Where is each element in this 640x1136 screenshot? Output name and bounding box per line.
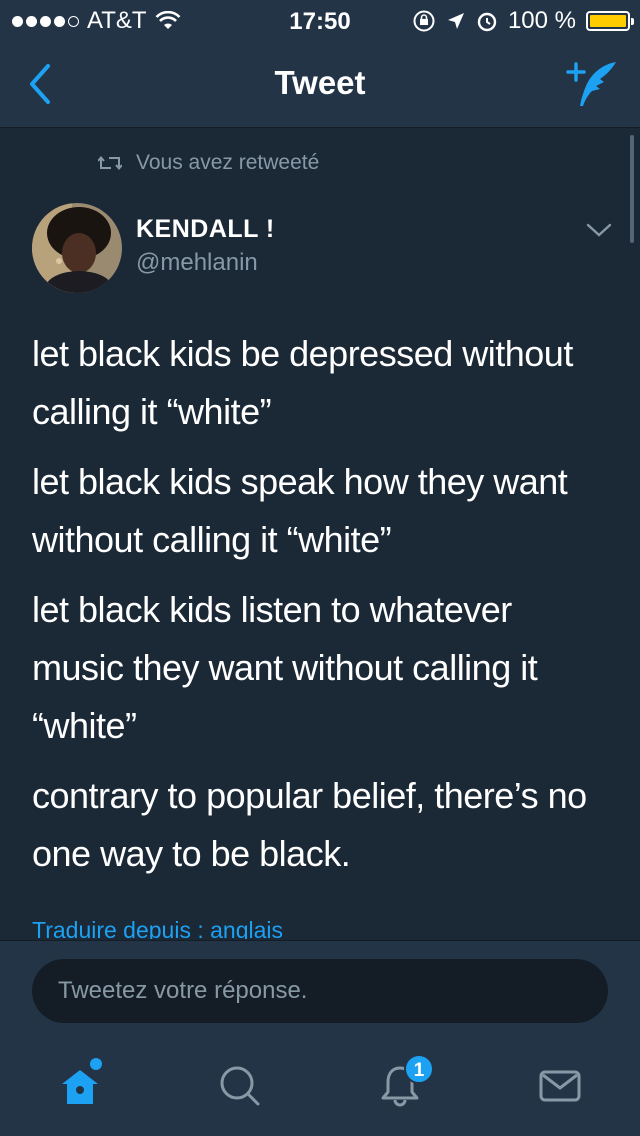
tweet-text: let black kids be depressed without call…: [32, 325, 612, 895]
notifications-badge: 1: [404, 1054, 434, 1084]
tab-messages[interactable]: [480, 1032, 640, 1136]
status-right: 100 %: [412, 7, 634, 34]
rotation-lock-icon: [413, 10, 435, 32]
tweet-detail: Vous avez retweeté KENDALL ! @mehlanin l…: [0, 129, 640, 939]
retweet-label: Vous avez retweeté: [136, 151, 320, 174]
envelope-icon: [539, 1070, 581, 1102]
reply-bar: [0, 940, 640, 1032]
tweet-paragraph: let black kids be depressed without call…: [32, 333, 573, 432]
chevron-down-icon: [586, 223, 612, 237]
location-arrow-icon: [447, 13, 464, 29]
retweet-icon: [98, 155, 122, 171]
alarm-clock-icon: [477, 12, 497, 32]
compose-tweet-icon: [566, 62, 616, 106]
translate-link[interactable]: Traduire depuis : anglais: [32, 917, 283, 939]
tweet-options-button[interactable]: [584, 219, 614, 241]
page-title: Tweet: [274, 64, 366, 101]
tweet-paragraph: let black kids listen to whatever music …: [32, 589, 538, 746]
battery-icon: [586, 11, 634, 31]
avatar[interactable]: [32, 203, 122, 293]
tweet-paragraph: let black kids speak how they want witho…: [32, 461, 568, 560]
tab-home[interactable]: [0, 1032, 160, 1136]
tab-bar: 1: [0, 1032, 640, 1136]
scrollbar[interactable]: [630, 135, 634, 243]
retweet-context: Vous avez retweeté: [98, 151, 319, 175]
tweet-paragraph: contrary to popular belief, there’s no o…: [32, 775, 587, 874]
battery-percentage: 100 %: [507, 7, 576, 34]
new-content-dot: [90, 1058, 102, 1070]
status-bar: AT&T 17:50 100 %: [0, 0, 640, 40]
author-name[interactable]: KENDALL !: [136, 215, 275, 244]
nav-bar: Tweet: [0, 40, 640, 128]
tab-notifications[interactable]: 1: [320, 1032, 480, 1136]
search-icon: [220, 1066, 260, 1106]
compose-tweet-button[interactable]: [564, 58, 620, 110]
reply-input[interactable]: [32, 959, 608, 1023]
tab-search[interactable]: [160, 1032, 320, 1136]
author-handle[interactable]: @mehlanin: [136, 249, 258, 277]
avatar-image: [32, 203, 122, 293]
